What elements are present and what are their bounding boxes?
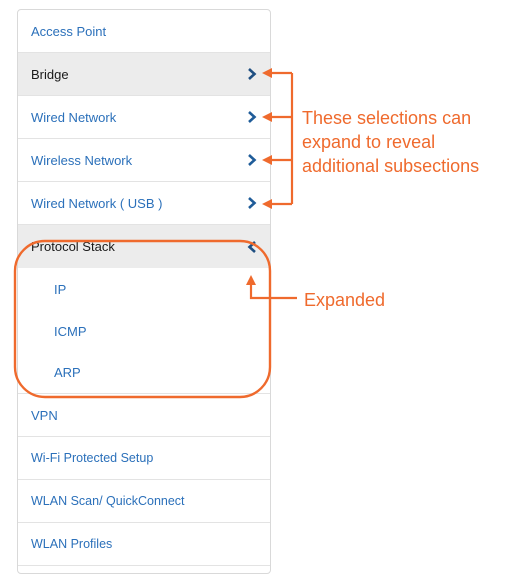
callout-line: Expanded (304, 290, 386, 310)
callout-line: additional subsections (302, 156, 480, 176)
callout-line: expand to reveal (302, 132, 436, 152)
expandable-callout: These selections can expand to reveal ad… (302, 106, 479, 178)
expanded-callout: Expanded (304, 288, 385, 312)
expanded-highlight (13, 239, 272, 399)
annotation-overlay (13, 68, 297, 399)
arrow-to-protocol-stack (246, 275, 297, 300)
callout-line: These selections can (302, 108, 472, 128)
